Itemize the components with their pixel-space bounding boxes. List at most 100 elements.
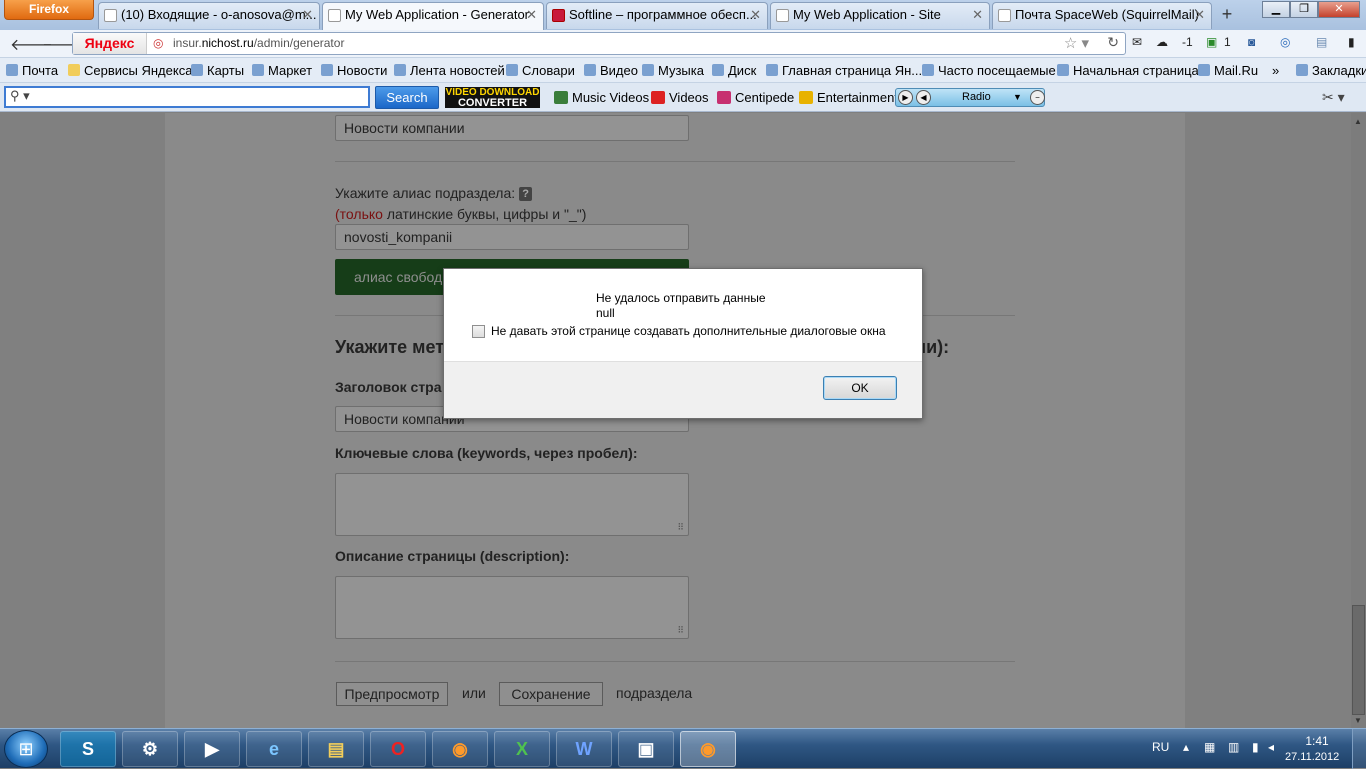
scroll-up-icon[interactable]: ▲	[1354, 117, 1362, 126]
save-button[interactable]: Сохранение	[499, 682, 603, 706]
resize-grip-icon[interactable]: ⠿	[677, 522, 684, 533]
vertical-scrollbar[interactable]: ▲ ▼	[1351, 113, 1366, 728]
tray-volume-icon[interactable]: ◂	[1268, 740, 1274, 754]
ok-button[interactable]: OK	[823, 376, 897, 400]
prevent-dialogs-checkbox[interactable]	[472, 325, 485, 338]
search-icon[interactable]: ⚲ ▾	[10, 88, 30, 104]
tab-generator[interactable]: My Web Application - Generator ✕	[322, 2, 544, 30]
toolbar-more-icon[interactable]: ▮	[1348, 35, 1355, 49]
description-textarea[interactable]: ⠿	[335, 576, 689, 639]
tray-network-icon[interactable]: ▥	[1228, 740, 1239, 754]
bookmark-item[interactable]: Диск	[710, 63, 756, 78]
scrollbar-thumb[interactable]	[1352, 605, 1365, 715]
section-name-input[interactable]: Новости компании	[335, 115, 689, 141]
url-text[interactable]: insur.nichost.ru/admin/generator	[173, 36, 344, 50]
videos-link[interactable]: Videos	[651, 90, 709, 105]
bookmark-item[interactable]: Главная страница Ян...	[764, 63, 922, 78]
bookmark-item[interactable]: Карты	[189, 63, 244, 78]
bookmark-item[interactable]: Часто посещаемые	[920, 63, 1056, 78]
word-icon[interactable]: W	[556, 731, 612, 767]
bookmark-folder[interactable]: Сервисы Яндекса	[66, 63, 192, 78]
search-input[interactable]	[4, 86, 370, 108]
search-button[interactable]: Search	[375, 86, 439, 109]
alias-input[interactable]: novosti_kompanii	[335, 224, 689, 250]
or-text: или	[462, 685, 486, 701]
tray-expand-icon[interactable]: ▴	[1183, 740, 1189, 754]
window-close-button[interactable]: ✕	[1318, 1, 1360, 18]
tab-title: Softline – программное обесп...	[569, 7, 757, 22]
close-icon[interactable]: ✕	[302, 3, 313, 27]
file-explorer-icon[interactable]: ▤	[308, 731, 364, 767]
firefox-icon[interactable]: ◉	[432, 731, 488, 767]
picture-viewer-icon[interactable]: ▣	[618, 731, 674, 767]
drivers-icon[interactable]: ⚙	[122, 731, 178, 767]
excel-icon[interactable]: X	[494, 731, 550, 767]
bookmark-item[interactable]: Mail.Ru	[1196, 63, 1258, 78]
bookmark-item[interactable]: Музыка	[640, 63, 704, 78]
play-icon[interactable]: ▶	[898, 90, 913, 105]
keywords-textarea[interactable]: ⠿	[335, 473, 689, 536]
entertainment-link[interactable]: Entertainment	[799, 90, 898, 105]
bookmark-item[interactable]: Видео	[582, 63, 638, 78]
opera-icon[interactable]: O	[370, 731, 426, 767]
close-radio-icon[interactable]: −	[1030, 90, 1045, 105]
bookmark-item[interactable]: Новости	[319, 63, 387, 78]
chevron-down-icon[interactable]: ▼	[1013, 89, 1022, 106]
bookmark-item[interactable]: Почта	[4, 63, 58, 78]
downloads-icon[interactable]: ▤	[1316, 35, 1327, 49]
bookmarks-overflow-chevron[interactable]: »	[1272, 63, 1279, 78]
tab-inbox[interactable]: (10) Входящие - o-anosova@m... ✕	[98, 2, 320, 29]
addon-icon[interactable]: ◙	[1248, 35, 1255, 49]
language-indicator[interactable]: RU	[1152, 740, 1169, 754]
firefox-menu-button[interactable]: Firefox	[4, 0, 94, 20]
close-icon[interactable]: ✕	[972, 3, 983, 27]
yandex-logo[interactable]: Яндекс	[73, 33, 147, 54]
softline-favicon-icon	[552, 9, 565, 22]
minimize-button[interactable]: ▁	[1262, 1, 1290, 18]
clock-date[interactable]: 27.11.2012	[1285, 751, 1339, 763]
music-videos-link[interactable]: Music Videos	[554, 90, 649, 105]
help-icon[interactable]: ?	[519, 187, 533, 202]
mail-counter-icon[interactable]: ▣	[1206, 35, 1217, 49]
reload-icon[interactable]: ↻	[1107, 34, 1119, 51]
firefox-active-icon[interactable]: ◉	[680, 731, 736, 767]
video-download-converter-logo[interactable]: VIDEO DOWNLOAD CONVERTER	[445, 87, 540, 109]
bookmark-item[interactable]: Словари	[504, 63, 575, 78]
mail-icon[interactable]: ✉	[1132, 35, 1142, 49]
skype-icon[interactable]: S	[60, 731, 116, 767]
maximize-button[interactable]: ❐	[1290, 1, 1318, 18]
bookmark-item[interactable]: Маркет	[250, 63, 312, 78]
preview-button[interactable]: Предпросмотр	[336, 682, 448, 706]
page-favicon-icon	[998, 9, 1011, 22]
new-tab-button[interactable]: +	[1214, 3, 1240, 27]
start-button[interactable]: ⊞	[4, 730, 48, 768]
internet-explorer-icon[interactable]: e	[246, 731, 302, 767]
volume-icon[interactable]: ◀	[916, 90, 931, 105]
tools-icon[interactable]: ✂ ▾	[1322, 89, 1345, 106]
sync-icon[interactable]: ◎	[1280, 35, 1290, 49]
tab-squirrelmail[interactable]: Почта SpaceWeb (SquirrelMail) ✕	[992, 2, 1212, 29]
tray-app-icon[interactable]: ▦	[1204, 740, 1215, 754]
site-identity-icon[interactable]: ◎	[153, 36, 163, 50]
clock-time[interactable]: 1:41	[1293, 734, 1341, 748]
bookmarks-menu[interactable]: Закладки	[1294, 63, 1366, 78]
tab-softline[interactable]: Softline – программное обесп... ✕	[546, 2, 768, 29]
tray-signal-icon[interactable]: ▮	[1252, 740, 1259, 754]
scroll-down-icon[interactable]: ▼	[1354, 716, 1362, 725]
show-desktop-button[interactable]	[1352, 729, 1366, 769]
weather-icon[interactable]: ☁	[1156, 35, 1168, 49]
close-icon[interactable]: ✕	[1194, 3, 1205, 27]
bookmark-star-icon[interactable]: ☆ ▾	[1064, 34, 1089, 52]
media-player-icon[interactable]: ▶	[184, 731, 240, 767]
centipede-link[interactable]: Centipede	[717, 90, 794, 105]
radio-player[interactable]: ▶ ◀ Radio ▼ −	[895, 88, 1045, 107]
close-icon[interactable]: ✕	[526, 3, 537, 27]
address-bar[interactable]: Яндекс ◎ insur.nichost.ru/admin/generato…	[72, 32, 1126, 55]
bookmark-item[interactable]: Начальная страница	[1055, 63, 1199, 78]
bookmark-item[interactable]: Лента новостей	[392, 63, 505, 78]
prevent-dialogs-label[interactable]: Не давать этой странице создавать дополн…	[491, 324, 886, 338]
resize-grip-icon[interactable]: ⠿	[677, 625, 684, 636]
hint-rest: латинские буквы, цифры и "_")	[382, 206, 587, 222]
close-icon[interactable]: ✕	[750, 3, 761, 27]
tab-site[interactable]: My Web Application - Site ✕	[770, 2, 990, 29]
